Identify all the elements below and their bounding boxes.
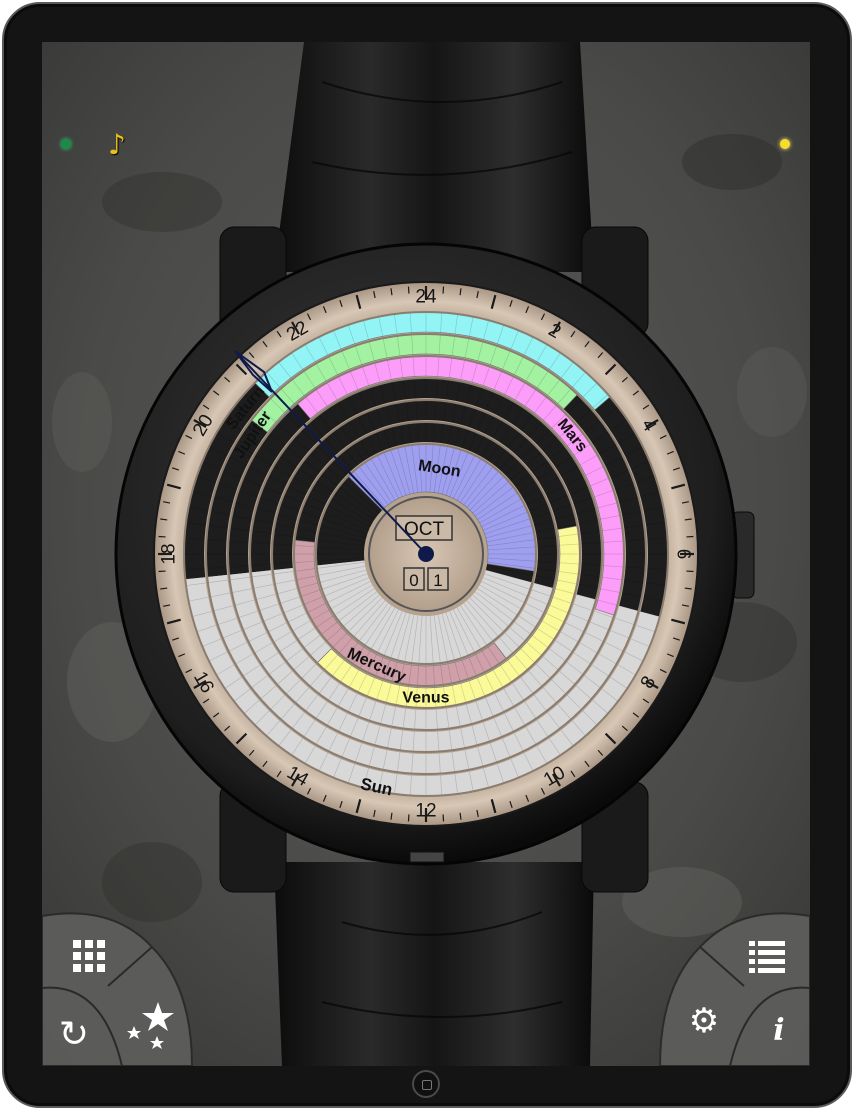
screen: 24 2 4 6 8 10 12 14 16 18 20 22 Saturn Jupiter Mars Ve… — [42, 42, 810, 1066]
clasp-marker — [409, 851, 445, 863]
home-button[interactable] — [412, 1070, 440, 1098]
refresh-button[interactable]: ↻ — [54, 1015, 94, 1055]
watch-scene: 24246810121416182022 SaturnJupiter MarsVe… — [42, 42, 810, 1066]
list-icon — [749, 941, 785, 973]
info-button[interactable]: i — [764, 1014, 794, 1048]
grid-icon — [73, 940, 105, 972]
status-indicator-yellow — [780, 139, 790, 149]
music-note-icon[interactable]: ♪ — [108, 128, 126, 161]
list-button[interactable] — [748, 939, 786, 973]
venus-label: Venus — [402, 690, 449, 707]
status-indicator-green — [61, 139, 71, 149]
hour-label: 18 — [159, 543, 180, 564]
hour-label: 24 — [415, 287, 437, 308]
hour-label: 12 — [415, 801, 436, 822]
gear-icon: ⚙ — [688, 1001, 720, 1041]
refresh-icon: ↻ — [58, 1014, 90, 1055]
favorites-button[interactable] — [122, 1000, 182, 1050]
day-digit: 0 — [409, 571, 418, 590]
hour-label: 6 — [673, 549, 694, 560]
lower-strap — [274, 862, 594, 1066]
settings-button[interactable]: ⚙ — [687, 1004, 721, 1038]
grid-button[interactable] — [72, 939, 106, 973]
upper-strap — [274, 42, 594, 272]
info-icon: i — [773, 1013, 785, 1048]
day-digit: 1 — [433, 571, 442, 590]
stars-icon — [127, 1002, 174, 1049]
